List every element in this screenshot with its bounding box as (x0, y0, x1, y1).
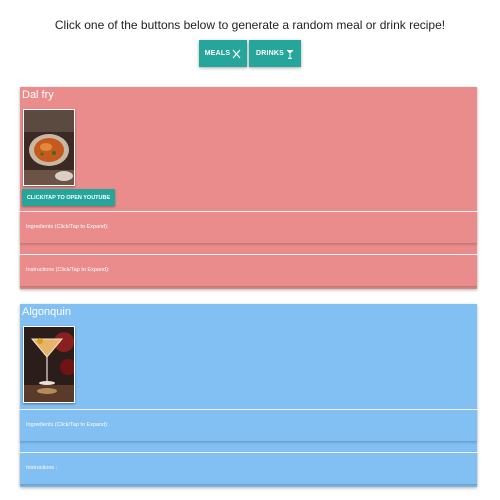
meal-card: Dal fry CLICK/TAP TO OPEN YOUTUBE Ingred… (20, 87, 477, 289)
drink-ingredients-label: Ingredients (Click/Tap to Expand): (26, 422, 109, 428)
drink-ingredients-toggle[interactable]: Ingredients (Click/Tap to Expand): (20, 409, 477, 442)
drinks-button[interactable]: DRINKS (249, 40, 301, 67)
meal-instructions-toggle[interactable]: Instructions (Click/Tap to Expand): (20, 254, 477, 287)
meal-ingredients-label: Ingredients (Click/Tap to Expand): (26, 224, 109, 230)
generator-buttons: MEALS DRINKS (199, 40, 301, 67)
page-instruction: Click one of the buttons below to genera… (54, 18, 446, 32)
meal-thumbnail (23, 109, 75, 186)
meals-button[interactable]: MEALS (199, 40, 247, 67)
meals-button-label: MEALS (204, 50, 231, 57)
open-youtube-button[interactable]: CLICK/TAP TO OPEN YOUTUBE (22, 189, 115, 206)
fork-knife-icon (232, 49, 241, 58)
meal-instructions-label: Instructions (Click/Tap to Expand): (26, 267, 110, 273)
meal-title: Dal fry (22, 89, 54, 101)
cocktail-glass-icon (286, 49, 294, 59)
drink-instructions-toggle[interactable]: Instructions : (20, 452, 477, 485)
drink-card: Algonquin Ingredients (Click/Tap to Expa… (20, 304, 477, 487)
drink-title: Algonquin (22, 306, 71, 318)
drink-thumbnail (23, 326, 75, 403)
meal-ingredients-toggle[interactable]: Ingredients (Click/Tap to Expand): (20, 211, 477, 244)
drinks-button-label: DRINKS (255, 50, 285, 57)
drink-instructions-label: Instructions : (26, 465, 58, 471)
